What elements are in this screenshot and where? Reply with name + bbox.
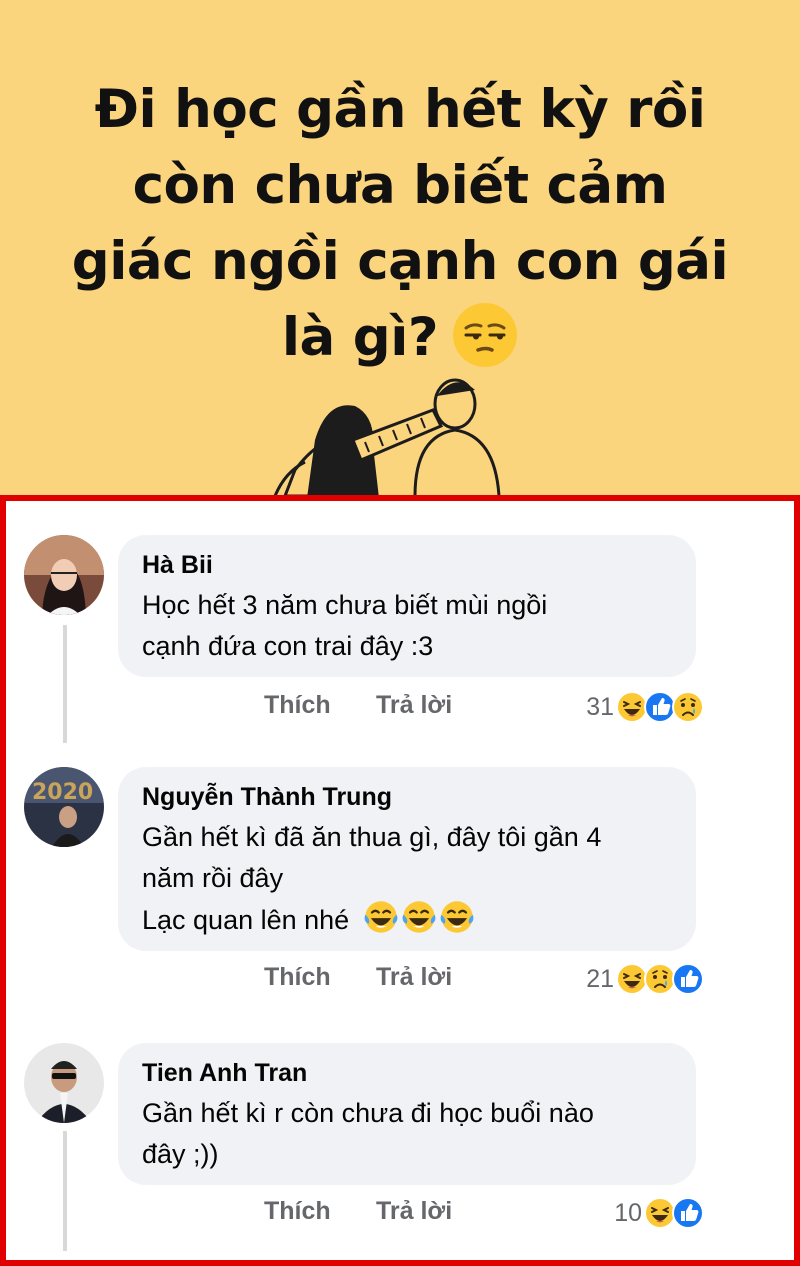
avatar-photo	[24, 535, 104, 615]
headline-line: là gì?	[281, 307, 439, 368]
reaction-count: 21	[586, 964, 614, 993]
svg-text:2020: 2020	[32, 780, 93, 805]
comment-author[interactable]: Nguyễn Thành Trung	[142, 781, 672, 813]
comment-text: Gần hết kì r còn chưa đi học buổi nào đâ…	[142, 1093, 672, 1175]
avatar-photo: 2020	[24, 767, 104, 847]
tears-of-joy-icon	[401, 899, 437, 935]
couple-illustration	[273, 378, 501, 495]
post-headline: Đi học gần hết kỳ rồi còn chưa biết cảm …	[40, 72, 760, 376]
like-button[interactable]: Thích	[264, 963, 331, 992]
reaction-count: 31	[586, 692, 614, 721]
like-icon	[672, 1197, 704, 1229]
comment-line: cạnh đứa con trai đây :3	[142, 631, 434, 661]
avatar[interactable]	[24, 535, 104, 615]
tears-of-joy-icon	[363, 899, 399, 935]
headline-line: còn chưa biết cảm	[132, 155, 668, 216]
avatar[interactable]	[24, 1043, 104, 1123]
reaction-summary[interactable]: 31	[586, 691, 704, 723]
comment-line: Lạc quan lên nhé	[142, 905, 350, 935]
reply-button[interactable]: Trả lời	[376, 1197, 452, 1226]
avatar[interactable]: 2020	[24, 767, 104, 847]
comment-line: Học hết 3 năm chưa biết mùi ngồi	[142, 590, 548, 620]
headline-line: giác ngồi cạnh con gái	[71, 231, 729, 292]
thread-line	[63, 1131, 67, 1251]
comment-bubble: Hà Bii Học hết 3 năm chưa biết mùi ngồi …	[118, 535, 696, 677]
reaction-count: 10	[614, 1198, 642, 1227]
headline-line-last: là gì?	[40, 300, 760, 376]
thread-line	[63, 625, 67, 743]
tears-of-joy-icon	[439, 899, 475, 935]
comment-line-with-emoji: Lạc quan lên nhé	[142, 899, 672, 941]
comment-line: Gần hết kì r còn chưa đi học buổi nào	[142, 1098, 594, 1128]
comment-text: Gần hết kì đã ăn thua gì, đây tôi gần 4 …	[142, 817, 672, 941]
avatar-photo	[24, 1043, 104, 1123]
comment-author[interactable]: Tien Anh Tran	[142, 1057, 672, 1089]
comment-text: Học hết 3 năm chưa biết mùi ngồi cạnh đứ…	[142, 585, 672, 667]
unamused-face-icon	[453, 303, 518, 368]
like-button[interactable]: Thích	[264, 1197, 331, 1226]
like-icon	[672, 963, 704, 995]
reply-button[interactable]: Trả lời	[376, 963, 452, 992]
like-button[interactable]: Thích	[264, 691, 331, 720]
post-image-banner: Đi học gần hết kỳ rồi còn chưa biết cảm …	[0, 0, 800, 495]
comment-bubble: Nguyễn Thành Trung Gần hết kì đã ăn thua…	[118, 767, 696, 951]
headline-line: Đi học gần hết kỳ rồi	[94, 79, 706, 140]
comment-line: Gần hết kì đã ăn thua gì, đây tôi gần 4	[142, 822, 602, 852]
sad-icon	[672, 691, 704, 723]
reaction-summary[interactable]: 21	[586, 963, 704, 995]
reaction-summary[interactable]: 10	[614, 1197, 704, 1229]
comments-highlight-frame: Hà Bii Học hết 3 năm chưa biết mùi ngồi …	[0, 495, 800, 1266]
comment-author[interactable]: Hà Bii	[142, 549, 672, 581]
comment-line: năm rồi đây	[142, 863, 284, 893]
reply-button[interactable]: Trả lời	[376, 691, 452, 720]
comment-line: đây ;))	[142, 1139, 219, 1169]
comment-bubble: Tien Anh Tran Gần hết kì r còn chưa đi h…	[118, 1043, 696, 1185]
